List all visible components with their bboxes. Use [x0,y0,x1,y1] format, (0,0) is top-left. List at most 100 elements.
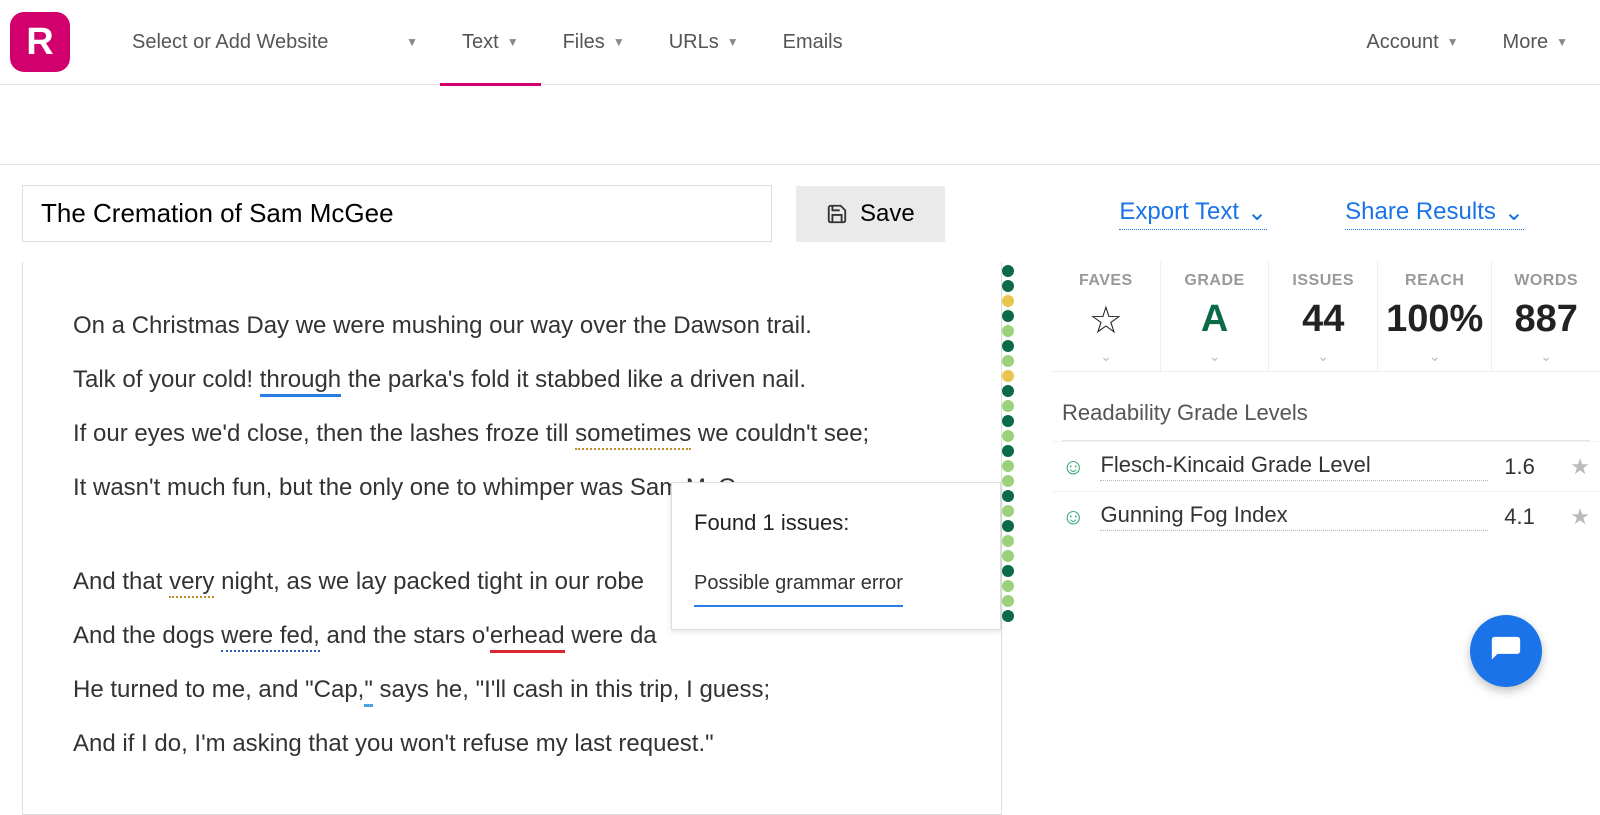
top-nav: R Select or Add Website ▼ Text ▼ Files ▼… [0,0,1600,85]
grammar-highlight[interactable]: " [364,676,373,707]
editor-line: Talk of your cold! through the parka's f… [73,356,951,404]
save-button-label: Save [860,200,915,228]
text-editor[interactable]: On a Christmas Day we were mushing our w… [22,262,1002,815]
gutter-marker[interactable] [1002,325,1014,337]
gutter-marker[interactable] [1002,265,1014,277]
smile-icon: ☺ [1062,504,1084,530]
editor-line: On a Christmas Day we were mushing our w… [73,302,951,350]
stat-reach[interactable]: REACH 100% ⌄ [1377,262,1491,371]
metric-value: 4.1 [1504,504,1554,530]
star-icon[interactable]: ★ [1570,504,1590,530]
gutter-marker[interactable] [1002,595,1014,607]
metric-value: 1.6 [1504,454,1554,480]
gutter-marker[interactable] [1002,400,1014,412]
website-selector[interactable]: Select or Add Website ▼ [110,0,440,85]
gutter-marker[interactable] [1002,505,1014,517]
gutter-marker[interactable] [1002,490,1014,502]
editor-line: He turned to me, and "Cap," says he, "I'… [73,666,951,714]
nav-account-label: Account [1366,31,1438,54]
issue-gutter [1002,262,1052,625]
gutter-marker[interactable] [1002,295,1014,307]
gutter-marker[interactable] [1002,550,1014,562]
nav-account[interactable]: Account ▼ [1344,0,1480,85]
gutter-marker[interactable] [1002,385,1014,397]
star-icon[interactable]: ★ [1570,454,1590,480]
chevron-down-icon: ⌄ [1052,348,1160,365]
gutter-marker[interactable] [1002,415,1014,427]
gutter-marker[interactable] [1002,355,1014,367]
gutter-marker[interactable] [1002,280,1014,292]
nav-more-label: More [1503,31,1549,54]
gutter-marker[interactable] [1002,535,1014,547]
editor-line: If our eyes we'd close, then the lashes … [73,410,951,458]
caret-down-icon: ▼ [507,35,519,49]
style-highlight[interactable]: sometimes [575,420,691,450]
section-readability: Readability Grade Levels [1052,372,1600,440]
nav-emails[interactable]: Emails [761,0,865,85]
caret-down-icon: ▼ [727,35,739,49]
metric-name: Gunning Fog Index [1100,502,1488,531]
share-results-label: Share Results [1345,198,1496,226]
chevron-down-icon: ⌄ [1269,348,1377,365]
chat-icon [1489,634,1523,668]
stats-sidebar: FAVES ☆ ⌄ GRADE A ⌄ ISSUES 44 ⌄ REACH 10… [1052,262,1600,541]
chevron-down-icon: ⌄ [1504,198,1524,227]
caret-down-icon: ▼ [613,35,625,49]
gutter-marker[interactable] [1002,475,1014,487]
spelling-highlight[interactable]: erhead [490,622,565,653]
export-text-link[interactable]: Export Text ⌄ [1119,198,1267,230]
document-title-input[interactable] [22,185,772,242]
editor-line: And if I do, I'm asking that you won't r… [73,720,951,768]
grammar-highlight[interactable]: through [260,366,341,397]
tooltip-issue-link[interactable]: Possible grammar error [694,563,903,607]
gutter-marker[interactable] [1002,370,1014,382]
sub-bar [0,85,1600,165]
chat-fab[interactable] [1470,615,1542,687]
nav-text-label: Text [462,31,499,54]
stat-issues[interactable]: ISSUES 44 ⌄ [1268,262,1377,371]
website-selector-label: Select or Add Website [132,31,328,54]
gutter-marker[interactable] [1002,340,1014,352]
stat-words[interactable]: WORDS 887 ⌄ [1491,262,1600,371]
stat-faves[interactable]: FAVES ☆ ⌄ [1052,262,1160,371]
gutter-marker[interactable] [1002,520,1014,532]
export-text-label: Export Text [1119,198,1239,226]
metric-row[interactable]: ☺ Gunning Fog Index 4.1 ★ [1052,491,1600,541]
passive-highlight[interactable]: were fed, [221,622,320,652]
star-outline-icon: ☆ [1060,298,1152,343]
gutter-marker[interactable] [1002,445,1014,457]
gutter-marker[interactable] [1002,460,1014,472]
nav-files-label: Files [563,31,605,54]
action-row: Save Export Text ⌄ Share Results ⌄ [0,165,1600,262]
tooltip-title: Found 1 issues: [694,501,978,545]
metric-row[interactable]: ☺ Flesch-Kincaid Grade Level 1.6 ★ [1052,441,1600,491]
save-button[interactable]: Save [796,186,945,242]
chevron-down-icon: ⌄ [1378,348,1491,365]
gutter-marker[interactable] [1002,610,1014,622]
brand-logo[interactable]: R [10,12,70,72]
issue-tooltip: Found 1 issues: Possible grammar error [671,482,1001,630]
chevron-down-icon: ⌄ [1161,348,1269,365]
gutter-marker[interactable] [1002,565,1014,577]
chevron-down-icon: ⌄ [1247,198,1267,227]
style-highlight[interactable]: very [169,568,214,598]
save-icon [826,203,848,225]
smile-icon: ☺ [1062,454,1084,480]
chevron-down-icon: ⌄ [1492,348,1600,365]
main-area: On a Christmas Day we were mushing our w… [0,262,1600,815]
nav-files[interactable]: Files ▼ [541,0,647,85]
gutter-marker[interactable] [1002,580,1014,592]
share-results-link[interactable]: Share Results ⌄ [1345,198,1524,230]
nav-emails-label: Emails [783,31,843,54]
gutter-marker[interactable] [1002,310,1014,322]
nav-more[interactable]: More ▼ [1481,0,1590,85]
metric-name: Flesch-Kincaid Grade Level [1100,452,1488,481]
nav-urls-label: URLs [669,31,719,54]
gutter-marker[interactable] [1002,430,1014,442]
nav-text[interactable]: Text ▼ [440,0,541,85]
stat-grade[interactable]: GRADE A ⌄ [1160,262,1269,371]
caret-down-icon: ▼ [406,35,418,49]
caret-down-icon: ▼ [1447,35,1459,49]
stats-row: FAVES ☆ ⌄ GRADE A ⌄ ISSUES 44 ⌄ REACH 10… [1052,262,1600,372]
nav-urls[interactable]: URLs ▼ [647,0,761,85]
